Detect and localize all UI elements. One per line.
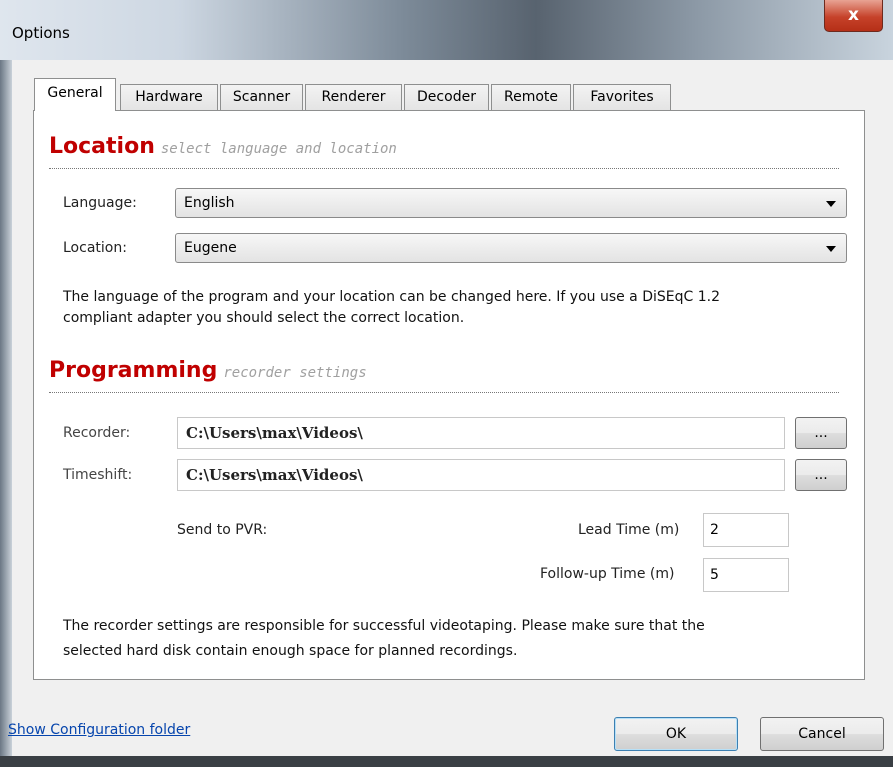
followup-time-input[interactable]: 5 — [703, 558, 789, 592]
recorder-label: Recorder: — [63, 425, 131, 441]
tab-renderer[interactable]: Renderer — [305, 84, 402, 110]
recorder-description-line: The recorder settings are responsible fo… — [63, 618, 705, 634]
location-section-header: Location select language and location — [49, 134, 397, 159]
location-description: The language of the program and your loc… — [63, 287, 853, 329]
timeshift-browse-button[interactable]: ... — [795, 459, 847, 491]
tab-hardware[interactable]: Hardware — [120, 84, 218, 110]
tab-label: Favorites — [590, 89, 654, 105]
location-dropdown[interactable]: Eugene — [175, 233, 847, 263]
recorder-description: The recorder settings are responsible fo… — [63, 614, 853, 664]
location-section-title: Location — [49, 134, 155, 159]
tab-label: Hardware — [135, 89, 203, 105]
window-frame-edge — [0, 60, 12, 767]
window-title: Options — [12, 24, 70, 42]
cancel-button[interactable]: Cancel — [760, 717, 884, 751]
language-dropdown[interactable]: English — [175, 188, 847, 218]
close-button[interactable]: x — [824, 0, 883, 32]
section-divider — [49, 168, 839, 169]
tab-favorites[interactable]: Favorites — [573, 84, 671, 110]
recorder-path-field[interactable]: C:\Users\max\Videos\ — [177, 417, 785, 449]
show-config-folder-link[interactable]: Show Configuration folder — [8, 722, 190, 738]
recorder-browse-button[interactable]: ... — [795, 417, 847, 449]
timeshift-label: Timeshift: — [63, 467, 133, 483]
tab-decoder[interactable]: Decoder — [404, 84, 489, 110]
programming-section-header: Programming recorder settings — [49, 358, 367, 383]
taskbar-edge — [0, 756, 893, 767]
tab-label: Scanner — [232, 89, 291, 105]
send-to-pvr-label: Send to PVR: — [177, 522, 268, 538]
tab-scanner[interactable]: Scanner — [220, 84, 303, 110]
location-section-subtitle: select language and location — [160, 141, 397, 157]
tab-label: Decoder — [417, 89, 476, 105]
programming-section-subtitle: recorder settings — [223, 365, 367, 381]
close-icon: x — [848, 5, 859, 25]
location-label: Location: — [63, 240, 127, 256]
section-divider — [49, 392, 839, 393]
lead-time-label: Lead Time (m) — [578, 522, 680, 538]
tab-remote[interactable]: Remote — [491, 84, 571, 110]
tab-label: Remote — [503, 89, 559, 105]
recorder-description-line: selected hard disk contain enough space … — [63, 643, 518, 659]
followup-time-label: Follow-up Time (m) — [540, 566, 675, 582]
location-selected-value: Eugene — [184, 240, 237, 256]
location-description-line: compliant adapter you should select the … — [63, 310, 465, 326]
programming-section-title: Programming — [49, 358, 218, 383]
lead-time-input[interactable]: 2 — [703, 513, 789, 547]
language-label: Language: — [63, 195, 137, 211]
tab-label: General — [47, 85, 103, 101]
location-description-line: The language of the program and your loc… — [63, 289, 720, 305]
tab-label: Renderer — [321, 89, 386, 105]
language-selected-value: English — [184, 195, 235, 211]
timeshift-path-field[interactable]: C:\Users\max\Videos\ — [177, 459, 785, 491]
chevron-down-icon — [826, 246, 836, 252]
chevron-down-icon — [826, 201, 836, 207]
title-bar[interactable]: Options — [0, 0, 893, 60]
ok-button[interactable]: OK — [614, 717, 738, 751]
tab-general[interactable]: General — [34, 78, 116, 111]
